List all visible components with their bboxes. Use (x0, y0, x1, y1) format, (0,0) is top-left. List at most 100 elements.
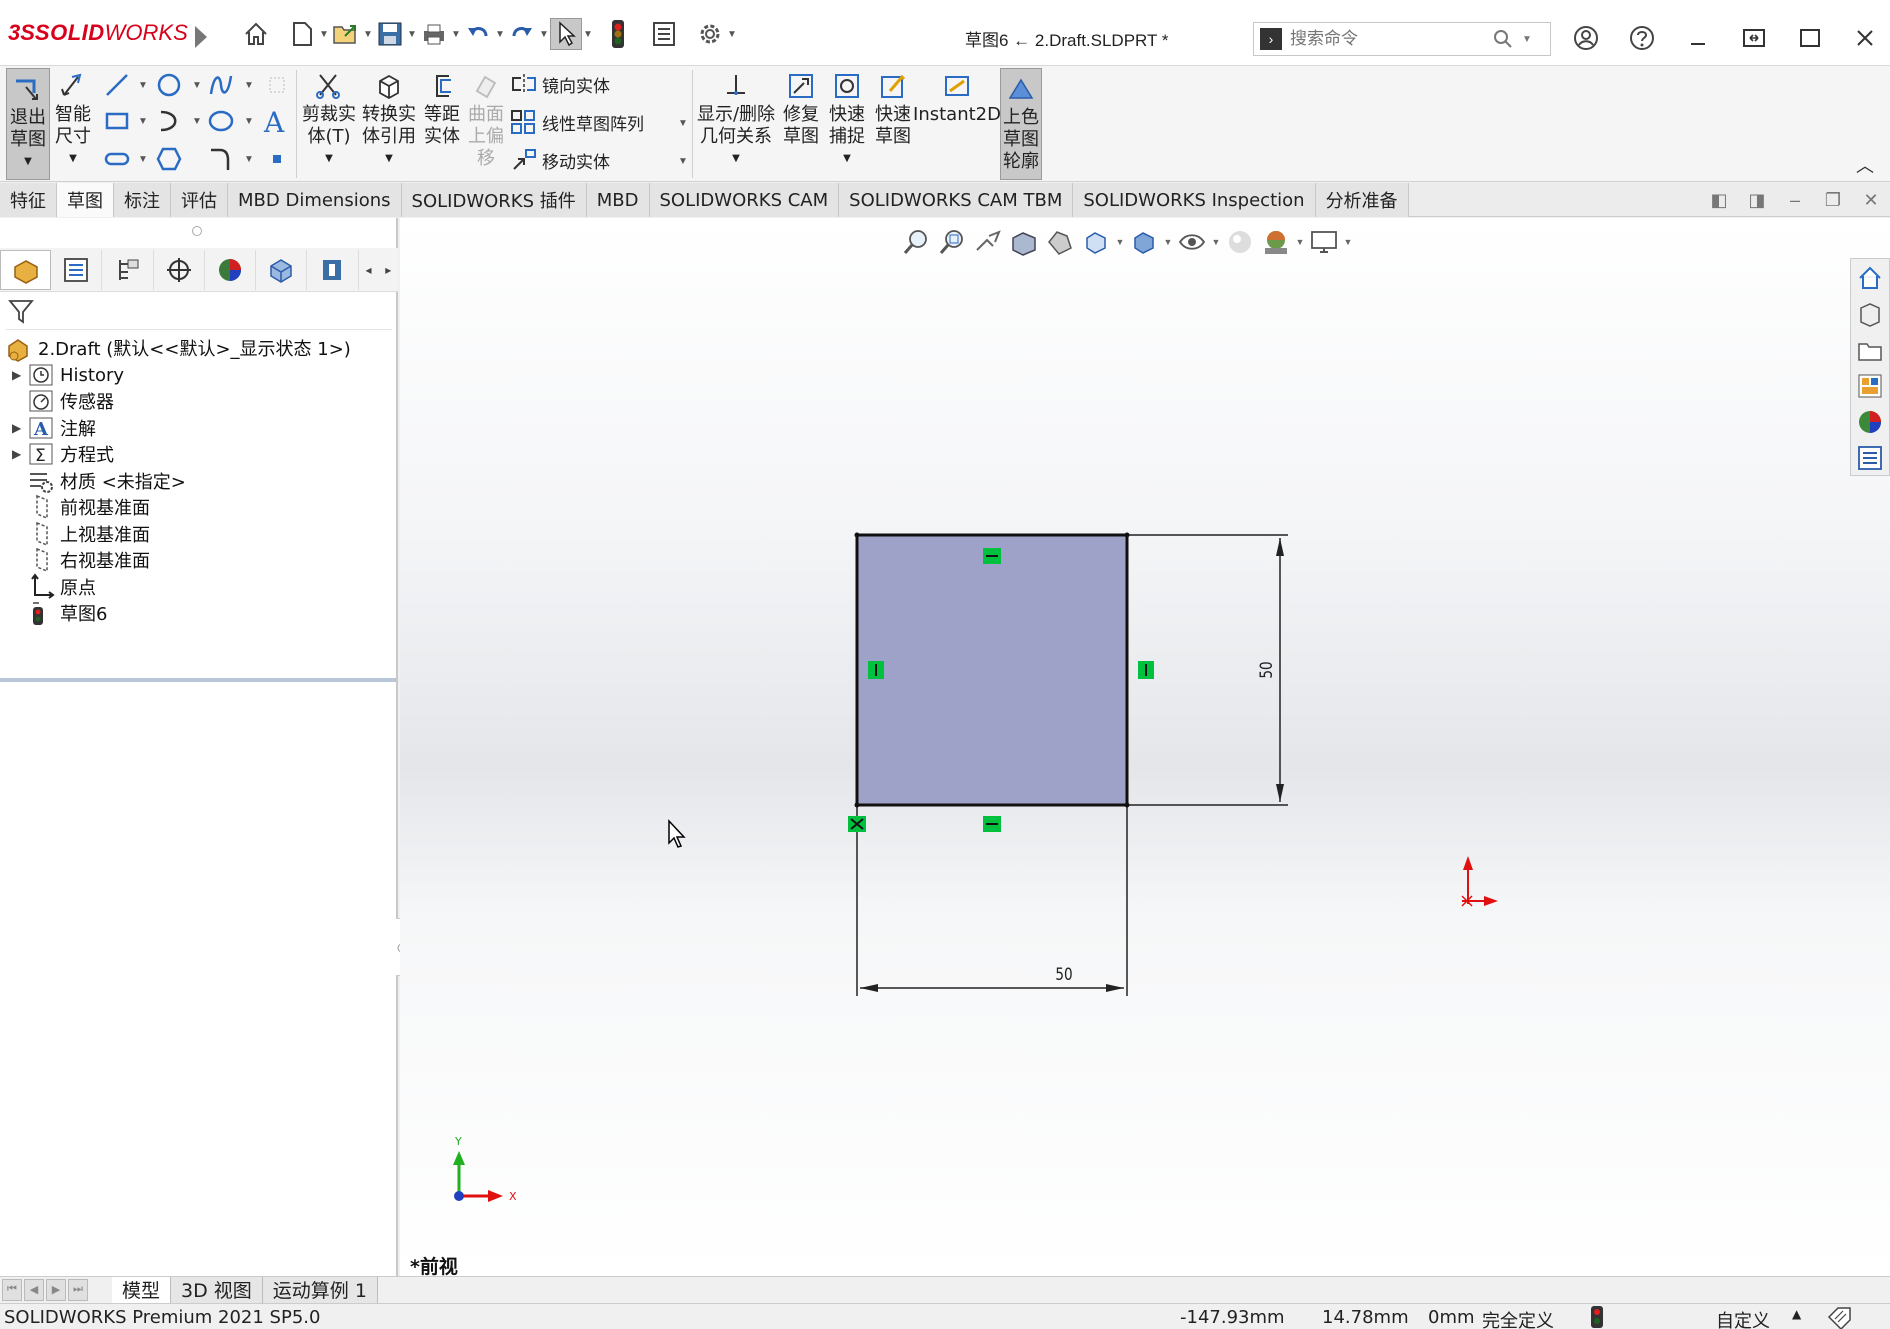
exit-sketch-dropdown-icon[interactable]: ▼ (24, 151, 32, 173)
move-dropdown-icon[interactable]: ▼ (678, 156, 688, 167)
trim-entities-button[interactable]: 剪裁实 体(T) ▼ (300, 66, 358, 170)
rectangle-tool-icon[interactable] (102, 106, 132, 136)
tag-status-icon[interactable] (1826, 1305, 1854, 1329)
minimize-icon[interactable] (1678, 20, 1718, 56)
tab-analysis-preparation[interactable]: 分析准备 (1315, 183, 1409, 217)
tile-right-icon[interactable]: ◨ (1738, 190, 1776, 211)
options-dropdown-icon[interactable]: ▼ (726, 29, 738, 40)
spline-dropdown-icon[interactable]: ▼ (244, 80, 254, 91)
cam-feature-tree-tab-icon[interactable] (256, 249, 308, 290)
feature-manager-tab-icon[interactable] (0, 249, 52, 290)
print-dropdown-icon[interactable]: ▼ (450, 29, 462, 40)
tab-solidworks-cam-tbm[interactable]: SOLIDWORKS CAM TBM (839, 183, 1074, 217)
help-icon[interactable] (1622, 20, 1662, 56)
search-input[interactable] (1290, 29, 1490, 49)
tab-mbd[interactable]: MBD (586, 183, 650, 217)
text-tool-icon[interactable]: A (260, 106, 290, 136)
select-dropdown-icon[interactable]: ▼ (582, 29, 594, 40)
tab-3d-view[interactable]: 3D 视图 (171, 1276, 263, 1303)
fixed-relation-icon[interactable] (848, 816, 866, 832)
rectangle-dropdown-icon[interactable]: ▼ (138, 116, 148, 127)
tab-solidworks-inspection[interactable]: SOLIDWORKS Inspection (1073, 183, 1316, 217)
prev-tab-arrow-icon[interactable]: ◀ (24, 1278, 44, 1301)
maximize-icon[interactable] (1790, 20, 1830, 56)
cam-operation-tree-tab-icon[interactable] (307, 249, 359, 290)
panel-grip[interactable] (192, 226, 202, 236)
rapid-sketch-button[interactable]: 快速 草图 (872, 66, 914, 148)
reference-triad-icon[interactable]: Y X (453, 1135, 517, 1203)
search-icon[interactable] (1490, 26, 1516, 52)
undo-icon[interactable] (462, 18, 494, 50)
point-tool-icon[interactable] (262, 144, 292, 174)
expand-arrow-icon[interactable]: ▶ (12, 447, 26, 461)
offset-entities-button[interactable]: 等距 实体 (420, 66, 464, 148)
smart-dimension-dropdown-icon[interactable]: ▼ (69, 148, 77, 170)
last-tab-arrow-icon[interactable]: ⏭ (68, 1278, 88, 1301)
offset-on-surface-button[interactable]: 曲面 上偏 移 (466, 66, 506, 170)
sketch-canvas[interactable]: 50 50 Y X (400, 218, 1890, 1276)
tab-markup[interactable]: 标注 (114, 183, 171, 217)
arc-tool-icon[interactable] (154, 106, 184, 136)
arc-dropdown-icon[interactable]: ▼ (192, 116, 202, 127)
search-dropdown-icon[interactable]: ▼ (1522, 34, 1532, 45)
configuration-manager-tab-icon[interactable] (102, 249, 154, 290)
close-icon[interactable] (1845, 20, 1885, 56)
save-icon[interactable] (374, 18, 406, 50)
property-manager-tab-icon[interactable] (51, 249, 103, 290)
new-dropdown-icon[interactable]: ▼ (318, 29, 330, 40)
undo-dropdown-icon[interactable]: ▼ (494, 29, 506, 40)
display-manager-tab-icon[interactable] (205, 249, 257, 290)
vertical-dimension-value[interactable]: 50 (1257, 661, 1277, 678)
circle-tool-icon[interactable] (154, 70, 184, 100)
move-entities-button[interactable]: 移动实体 (510, 146, 610, 174)
instant2d-button[interactable]: Instant2D (913, 66, 1001, 126)
relations-dropdown-icon[interactable]: ▼ (732, 148, 740, 170)
rebuild-traffic-light-icon[interactable] (602, 18, 634, 50)
dimxpert-manager-tab-icon[interactable] (154, 249, 205, 290)
horizontal-relation-icon-bottom[interactable] (983, 816, 1001, 832)
linear-pattern-button[interactable]: 线性草图阵列 (510, 108, 644, 136)
quick-snaps-dropdown-icon[interactable]: ▼ (843, 148, 851, 170)
solidworks-logo[interactable]: 3S SOLID WORKS (8, 18, 188, 48)
rebuild-status-icon[interactable] (1590, 1306, 1604, 1329)
open-dropdown-icon[interactable]: ▼ (362, 29, 374, 40)
display-delete-relations-button[interactable]: 显示/删除 几何关系 ▼ (696, 66, 776, 170)
graphics-area[interactable]: ▼ ▼ ▼ ▼ ▼ 50 50 Y X *前视 (400, 218, 1890, 1276)
trim-dropdown-icon[interactable]: ▼ (325, 148, 333, 170)
exit-sketch-button[interactable]: 退出 草图 ▼ (6, 68, 50, 180)
new-document-icon[interactable] (286, 18, 318, 50)
pattern-dropdown-icon[interactable]: ▼ (678, 118, 688, 129)
tree-item-sketch6[interactable]: 草图6 (0, 597, 107, 629)
first-tab-arrow-icon[interactable]: ⏮ (2, 1278, 22, 1301)
vertical-relation-icon-right[interactable] (1138, 661, 1154, 679)
tile-left-icon[interactable]: ◧ (1700, 190, 1738, 211)
redo-icon[interactable] (506, 18, 538, 50)
menu-expand-arrow[interactable] (195, 26, 207, 48)
tab-mbd-dimensions[interactable]: MBD Dimensions (228, 183, 402, 217)
restore-layout-icon[interactable] (1734, 20, 1774, 56)
print-icon[interactable] (418, 18, 450, 50)
file-properties-icon[interactable] (648, 18, 680, 50)
repair-sketch-button[interactable]: 修复 草图 (780, 66, 822, 148)
select-cursor-icon[interactable] (550, 18, 582, 50)
tab-evaluate[interactable]: 评估 (171, 183, 228, 217)
convert-entities-button[interactable]: 转换实 体引用 ▼ (360, 66, 418, 170)
open-folder-icon[interactable] (330, 18, 362, 50)
units-dropdown-icon[interactable]: ▲ (1792, 1307, 1801, 1321)
doc-minimize-icon[interactable]: – (1776, 190, 1814, 211)
options-gear-icon[interactable] (694, 18, 726, 50)
line-tool-icon[interactable] (102, 70, 132, 100)
horizontal-relation-icon-top[interactable] (983, 548, 1001, 564)
filter-funnel-icon[interactable] (6, 296, 36, 326)
tab-solidworks-addins[interactable]: SOLIDWORKS 插件 (401, 183, 587, 217)
tab-motion-study-1[interactable]: 运动算例 1 (262, 1276, 378, 1303)
ellipse-dropdown-icon[interactable]: ▼ (244, 116, 254, 127)
collapse-ribbon-icon[interactable]: ︿ (1856, 152, 1874, 178)
ellipse-tool-icon[interactable] (206, 106, 236, 136)
tree-filter[interactable] (6, 296, 392, 330)
status-units-selector[interactable]: 自定义 (1716, 1307, 1770, 1329)
tab-sketch[interactable]: 草图 (57, 183, 114, 217)
tab-model[interactable]: 模型 (112, 1276, 172, 1303)
search-commands-box[interactable]: › ▼ (1253, 22, 1551, 56)
horizontal-dimension-value[interactable]: 50 (1055, 965, 1072, 985)
